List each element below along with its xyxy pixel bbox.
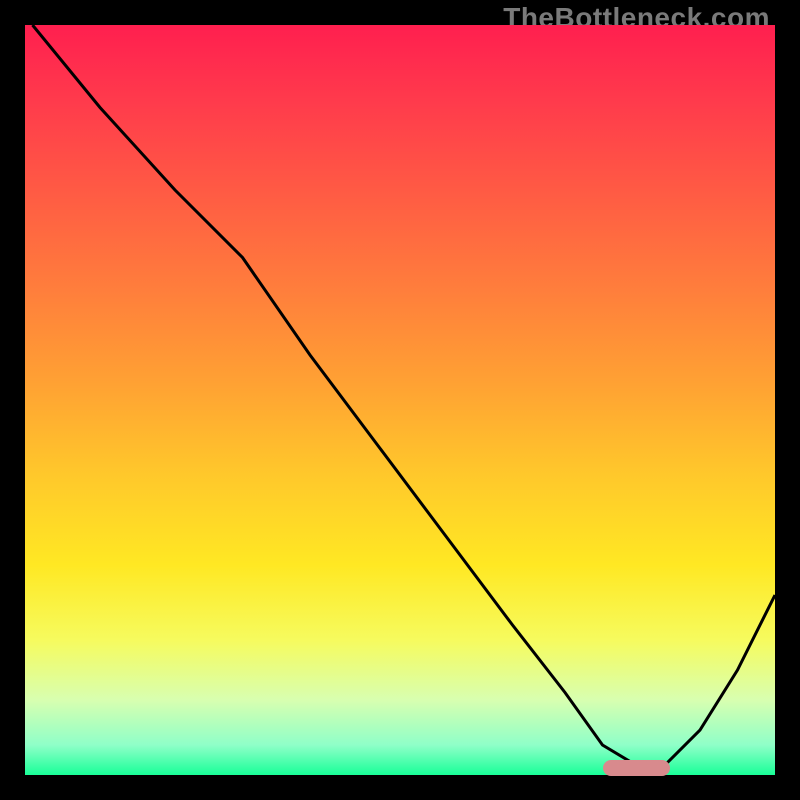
bottleneck-chart bbox=[25, 25, 775, 775]
optimal-zone-marker bbox=[603, 760, 671, 776]
gradient-background bbox=[25, 25, 775, 775]
chart-frame bbox=[25, 25, 775, 775]
